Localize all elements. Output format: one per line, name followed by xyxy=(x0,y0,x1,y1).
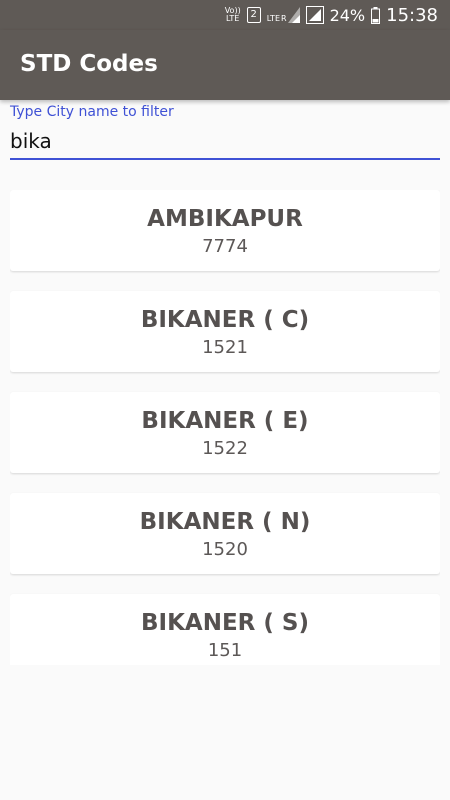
city-filter-input[interactable] xyxy=(10,122,440,160)
std-code: 1520 xyxy=(202,539,248,560)
list-item[interactable]: BIKANER ( N) 1520 xyxy=(10,493,440,574)
sim-2-icon: 2 xyxy=(246,7,261,23)
filter-label: Type City name to filter xyxy=(10,104,174,120)
app-bar: STD Codes xyxy=(0,30,450,100)
lte-text: LTE xyxy=(266,14,280,23)
clock: 15:38 xyxy=(386,4,438,26)
list-item[interactable]: BIKANER ( S) 151 xyxy=(10,594,440,665)
sim-number: 2 xyxy=(250,9,257,20)
lte-signal-icon: LTE R xyxy=(267,7,300,23)
city-name: BIKANER ( E) xyxy=(141,408,309,434)
list-item[interactable]: BIKANER ( C) 1521 xyxy=(10,291,440,372)
city-name: BIKANER ( S) xyxy=(141,610,309,636)
list-item[interactable]: AMBIKAPUR 7774 xyxy=(10,190,440,271)
std-code: 151 xyxy=(207,640,243,661)
page-title: STD Codes xyxy=(20,51,158,77)
list-item[interactable]: BIKANER ( E) 1522 xyxy=(10,392,440,473)
lte-bars-icon xyxy=(287,7,300,23)
volte-bottom-text: LTE xyxy=(226,14,240,23)
city-name: BIKANER ( C) xyxy=(140,307,310,333)
battery-percent: 24% xyxy=(329,5,366,25)
std-code: 1521 xyxy=(202,337,248,358)
filter-field: Type City name to filter xyxy=(10,104,440,160)
city-name: AMBIKAPUR xyxy=(147,206,303,232)
std-code: 7774 xyxy=(202,236,248,257)
results-list[interactable]: AMBIKAPUR 7774 BIKANER ( C) 1521 BIKANER… xyxy=(10,190,440,665)
roaming-text: R xyxy=(281,14,287,23)
battery-icon xyxy=(371,6,381,24)
std-code: 1522 xyxy=(202,438,248,459)
city-name: BIKANER ( N) xyxy=(139,509,311,535)
status-bar: Vo)) LTE 2 LTE R 24% 15:38 xyxy=(0,0,450,30)
volte-icon: Vo)) LTE xyxy=(225,7,241,23)
signal-icon xyxy=(305,6,324,24)
